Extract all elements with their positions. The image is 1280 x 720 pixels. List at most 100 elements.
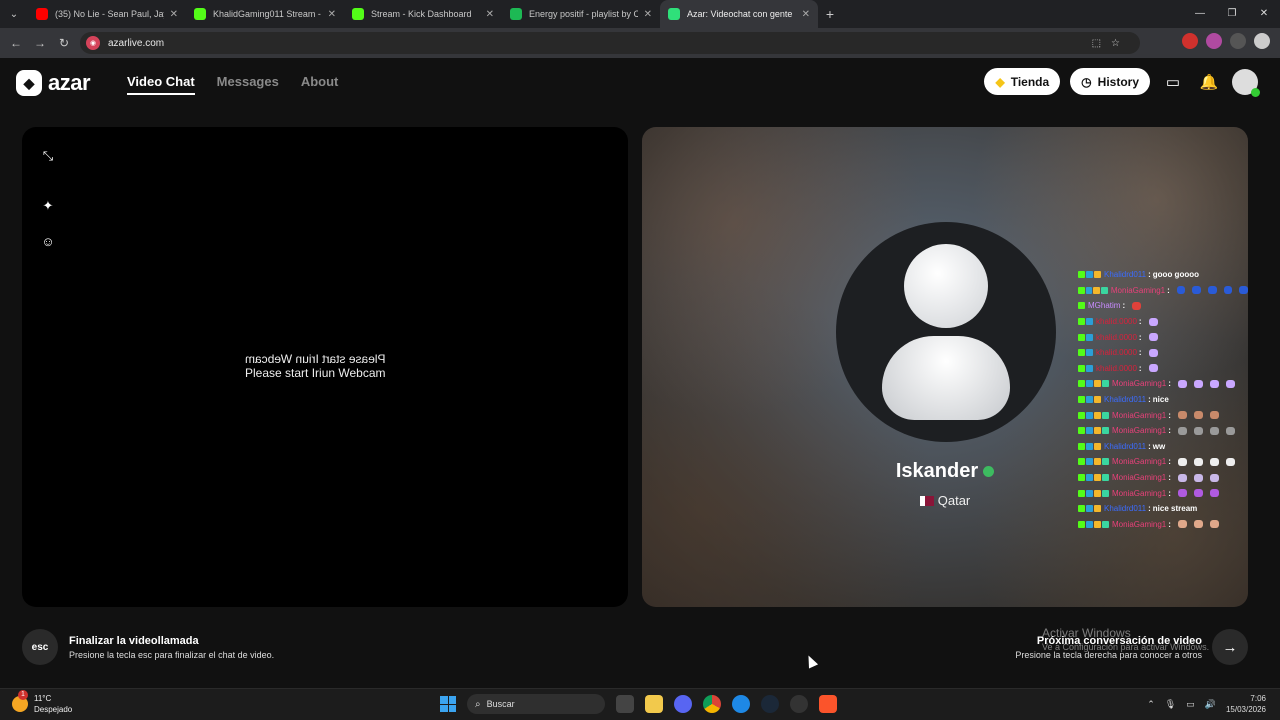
chat-username[interactable]: MoniaGaming1: [1112, 457, 1166, 466]
chat-username[interactable]: Khalidrd011: [1104, 270, 1146, 279]
user-avatar[interactable]: [1232, 68, 1260, 97]
microphone-icon[interactable]: 🎙: [1165, 699, 1176, 710]
chat-emote-icon: [1176, 286, 1186, 295]
clock-time: 7:06: [1250, 694, 1266, 703]
browser-toolbar: ← → ↻ ◉ azarlive.com ⬚☆: [0, 28, 1280, 58]
azar-logo[interactable]: ◆ azar: [16, 70, 91, 96]
weather-widget[interactable]: 11°C Despejado: [12, 690, 72, 715]
close-tab-icon[interactable]: ✕: [644, 9, 652, 20]
chat-badge-icon: [1094, 520, 1101, 528]
chat-badge-icon: [1085, 286, 1093, 294]
chat-emote-icon: [1132, 301, 1142, 310]
tab-search-button[interactable]: ⌄: [0, 0, 28, 28]
chat-emote-icon: [1193, 473, 1203, 482]
bell-icon[interactable]: 🔔: [1196, 69, 1222, 95]
minimize-video-icon[interactable]: ⤡: [39, 147, 57, 165]
chat-username[interactable]: Khalidrd011: [1104, 395, 1146, 404]
tab-title: Stream - Kick Dashboard: [371, 9, 472, 19]
window-controls: — ❐ ✕: [1184, 0, 1280, 28]
chat-username[interactable]: MoniaGaming1: [1112, 426, 1166, 435]
profile-avatar[interactable]: [1254, 33, 1270, 49]
close-window-button[interactable]: ✕: [1248, 0, 1280, 28]
obs-icon[interactable]: [790, 695, 808, 713]
chat-username[interactable]: MoniaGaming1: [1112, 489, 1166, 498]
chat-text: nice stream: [1152, 504, 1198, 514]
chat-username[interactable]: khalid.0000: [1096, 317, 1137, 326]
chat-message: Khalidrd011: nice stream: [1078, 501, 1248, 517]
browser-tab[interactable]: Azar: Videochat con gente ✕: [660, 0, 818, 28]
windows-start-icon[interactable]: [440, 696, 456, 712]
chat-username[interactable]: MoniaGaming1: [1112, 379, 1166, 388]
close-tab-icon[interactable]: ✕: [328, 9, 336, 20]
close-tab-icon[interactable]: ✕: [170, 9, 178, 20]
chat-message: MoniaGaming1:: [1078, 517, 1248, 533]
chat-username[interactable]: MoniaGaming1: [1112, 473, 1166, 482]
chat-username[interactable]: MoniaGaming1: [1112, 520, 1166, 529]
clock[interactable]: 7:06 15/03/2026: [1226, 693, 1266, 715]
header-actions: ◆ Tienda ◷ History ▭ 🔔: [984, 68, 1260, 97]
chat-username[interactable]: MoniaGaming1: [1111, 286, 1165, 295]
chat-text: nice: [1152, 395, 1169, 405]
chat-badge-icon: [1078, 474, 1085, 482]
minimize-button[interactable]: —: [1184, 0, 1216, 28]
face-filter-icon[interactable]: ☺: [39, 232, 57, 250]
chrome-icon[interactable]: [703, 695, 721, 713]
chat-username[interactable]: khalid.0000: [1096, 348, 1137, 357]
chat-emote-icon: [1209, 473, 1219, 482]
chat-username[interactable]: Khalidrd011: [1104, 442, 1146, 451]
close-tab-icon[interactable]: ✕: [802, 9, 810, 20]
chat-badge-icon: [1102, 411, 1109, 419]
taskbar-search[interactable]: ⌕ Buscar: [467, 694, 605, 714]
main-nav: Video Chat Messages About: [127, 74, 338, 95]
esc-key-button[interactable]: esc: [22, 629, 58, 665]
browser-tab[interactable]: (35) No Lie - Sean Paul, Jaymes ✕: [28, 0, 186, 28]
file-explorer-icon[interactable]: [645, 695, 663, 713]
nav-video-chat[interactable]: Video Chat: [127, 74, 195, 95]
discord-icon[interactable]: [674, 695, 692, 713]
chat-username[interactable]: Khalidrd011: [1104, 504, 1146, 513]
volume-icon[interactable]: 🔊: [1205, 699, 1216, 710]
browser-tab[interactable]: KhalidGaming011 Stream - Wa ✕: [186, 0, 344, 28]
chat-badge-icon: [1078, 364, 1085, 372]
forward-icon[interactable]: →: [28, 36, 52, 50]
store-button[interactable]: ◆ Tienda: [984, 68, 1061, 95]
task-view-icon[interactable]: [616, 695, 634, 713]
address-bar[interactable]: ◉ azarlive.com ⬚☆: [80, 32, 1140, 54]
extension-icon[interactable]: [1182, 33, 1198, 49]
chevron-up-icon[interactable]: ⌃: [1147, 699, 1155, 710]
chat-badge-icon: [1102, 380, 1109, 388]
inbox-icon[interactable]: ▭: [1160, 69, 1186, 95]
site-info-icon[interactable]: ◉: [86, 36, 100, 50]
back-icon[interactable]: ←: [4, 36, 28, 50]
network-icon[interactable]: ▭: [1186, 699, 1195, 710]
close-tab-icon[interactable]: ✕: [486, 9, 494, 20]
brave-icon[interactable]: [819, 695, 837, 713]
chat-badge-icon: [1094, 411, 1101, 419]
extension-icon[interactable]: [1206, 33, 1222, 49]
extensions-puzzle-icon[interactable]: [1230, 33, 1246, 49]
webcam-message: Please start Iriun Webcam Please start I…: [245, 352, 386, 380]
magic-wand-icon[interactable]: ✦: [39, 197, 57, 215]
chat-username[interactable]: khalid.0000: [1096, 333, 1137, 342]
app-icon[interactable]: [732, 695, 750, 713]
maximize-button[interactable]: ❐: [1216, 0, 1248, 28]
steam-icon[interactable]: [761, 695, 779, 713]
nav-messages[interactable]: Messages: [217, 74, 279, 95]
chat-emote-icon: [1193, 520, 1203, 529]
chat-emote-icon: [1148, 317, 1158, 326]
nav-about[interactable]: About: [301, 74, 339, 95]
browser-tab[interactable]: Stream - Kick Dashboard ✕: [344, 0, 502, 28]
next-arrow-button[interactable]: →: [1212, 629, 1248, 665]
chat-username[interactable]: khalid.0000: [1096, 364, 1137, 373]
chat-username[interactable]: MGhatim: [1088, 301, 1120, 310]
browser-tab[interactable]: Energy positif - playlist by Csa ✕: [502, 0, 660, 28]
history-button[interactable]: ◷ History: [1070, 68, 1150, 95]
bookmark-star-icon[interactable]: ⬚☆: [1092, 38, 1130, 49]
reload-icon[interactable]: ↻: [52, 36, 76, 50]
new-tab-button[interactable]: +: [818, 0, 842, 28]
chat-message: khalid.0000:: [1078, 329, 1248, 345]
chat-badge-icon: [1078, 427, 1085, 435]
chat-message: MGhatim:: [1078, 298, 1248, 314]
chat-badge-icon: [1094, 458, 1101, 466]
chat-username[interactable]: MoniaGaming1: [1112, 411, 1166, 420]
